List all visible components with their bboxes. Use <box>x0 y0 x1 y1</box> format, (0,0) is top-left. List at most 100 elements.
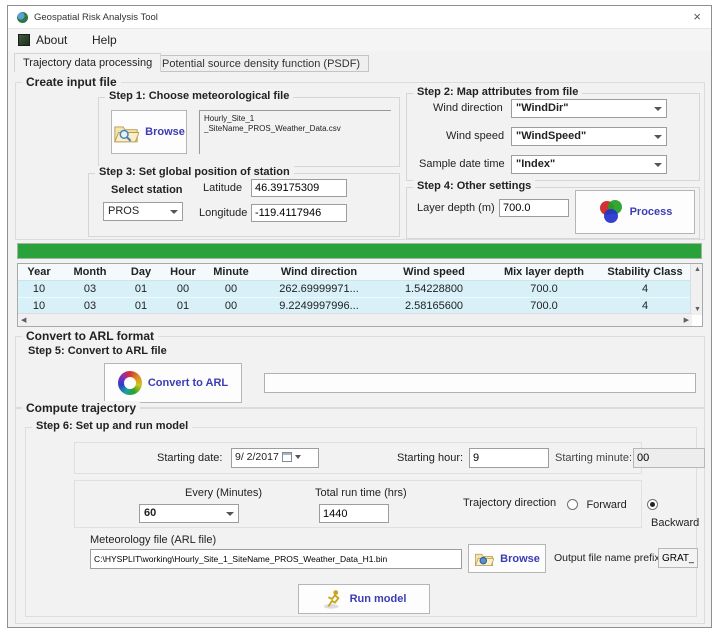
create-input-title: Create input file <box>22 75 121 89</box>
latitude-label: Latitude <box>203 182 242 194</box>
wind-speed-value: "WindSpeed" <box>516 130 586 142</box>
table-cell: 700.0 <box>488 281 600 297</box>
close-icon[interactable]: × <box>693 9 701 24</box>
browse-met-file-label: Browse <box>145 126 185 138</box>
met-file-path-field[interactable] <box>90 549 462 569</box>
layer-depth-field[interactable] <box>499 199 569 217</box>
column-header[interactable]: Minute <box>204 264 258 281</box>
process-label: Process <box>630 206 673 218</box>
chevron-down-icon <box>226 512 234 516</box>
met-table-header: YearMonthDayHourMinuteWind directionWind… <box>18 264 702 281</box>
table-cell: 00 <box>204 281 258 297</box>
starting-minute-field <box>633 448 705 468</box>
run-settings-row: Every (Minutes) 60 Total run time (hrs) … <box>74 480 642 528</box>
step6-group: Step 6: Set up and run model Starting da… <box>25 427 697 617</box>
station-select[interactable]: PROS <box>103 202 183 221</box>
starting-date-label: Starting date: <box>157 452 222 464</box>
table-cell: 9.2249997996... <box>258 298 380 314</box>
met-data-table: YearMonthDayHourMinuteWind directionWind… <box>17 263 703 327</box>
menu-item-help[interactable]: Help <box>92 33 117 47</box>
forward-radio[interactable]: Forward <box>567 495 627 513</box>
color-ring-icon <box>118 371 142 395</box>
column-header[interactable]: Hour <box>162 264 204 281</box>
wind-direction-select[interactable]: "WindDir" <box>511 99 667 118</box>
total-run-time-field[interactable] <box>319 504 389 523</box>
menu-bar: About Help <box>8 29 711 51</box>
selected-file-line1: Hourly_Site_1 <box>204 114 391 124</box>
latitude-field[interactable] <box>251 179 347 197</box>
table-vertical-scrollbar[interactable]: ▲ ▼ <box>690 264 702 315</box>
folder-search-icon <box>113 122 139 143</box>
column-header[interactable]: Mix layer depth <box>488 264 600 281</box>
column-header[interactable]: Wind speed <box>380 264 488 281</box>
longitude-label: Longitude <box>199 207 247 219</box>
step2-title: Step 2: Map attributes from file <box>413 86 582 98</box>
process-progress-bar <box>17 243 702 259</box>
create-input-group: Create input file Step 1: Choose meteoro… <box>15 82 705 240</box>
table-row[interactable]: 1003010000262.69999971...1.54228800700.0… <box>18 281 702 298</box>
convert-to-arl-button[interactable]: Convert to ARL <box>104 363 242 403</box>
table-horizontal-scrollbar[interactable]: ◀ ▶ <box>18 313 692 326</box>
table-cell: 262.69999971... <box>258 281 380 297</box>
convert-progress-bar <box>264 373 696 393</box>
browse-arl-file-button[interactable]: Browse <box>468 544 546 573</box>
browse-met-file-button[interactable]: Browse <box>111 110 187 154</box>
column-header[interactable]: Stability Class <box>600 264 690 281</box>
sample-date-time-value: "Index" <box>516 158 555 170</box>
column-header[interactable]: Day <box>120 264 162 281</box>
process-button[interactable]: Process <box>575 190 695 234</box>
step6-title: Step 6: Set up and run model <box>32 420 192 432</box>
column-header[interactable]: Wind direction <box>258 264 380 281</box>
column-header[interactable]: Month <box>60 264 120 281</box>
station-value: PROS <box>108 205 139 217</box>
backward-label: Backward <box>651 517 699 529</box>
table-cell: 1.54228800 <box>380 281 488 297</box>
convert-arl-title: Convert to ARL format <box>22 329 158 343</box>
tab-psdf[interactable]: Potential source density function (PSDF) <box>153 55 369 72</box>
trajectory-direction-label: Trajectory direction <box>463 497 556 509</box>
selected-file-line2: _SiteName_PROS_Weather_Data.csv <box>204 124 391 134</box>
tab-trajectory-data-processing[interactable]: Trajectory data processing <box>14 53 161 72</box>
backward-radio[interactable]: Backward <box>647 495 699 531</box>
runner-icon <box>322 588 344 610</box>
scroll-up-icon[interactable]: ▲ <box>694 266 701 273</box>
start-time-row: Starting date: 9/ 2/2017 Starting hour: … <box>74 442 642 474</box>
menu-item-about[interactable]: About <box>36 33 67 47</box>
starting-hour-field[interactable] <box>469 448 549 468</box>
step2-group: Step 2: Map attributes from file Wind di… <box>406 93 700 181</box>
starting-date-picker[interactable]: 9/ 2/2017 <box>231 448 319 468</box>
wind-speed-select[interactable]: "WindSpeed" <box>511 127 667 146</box>
tab-strip: Trajectory data processing Potential sou… <box>8 51 711 72</box>
select-station-label: Select station <box>111 184 183 196</box>
run-model-label: Run model <box>350 593 407 605</box>
every-minutes-select[interactable]: 60 <box>139 504 239 523</box>
every-minutes-value: 60 <box>144 507 156 519</box>
scroll-right-icon[interactable]: ▶ <box>684 317 689 324</box>
about-menu-icon <box>18 34 30 46</box>
title-bar: Geospatial Risk Analysis Tool × <box>8 6 711 29</box>
table-cell: 700.0 <box>488 298 600 314</box>
chevron-down-icon <box>170 210 178 214</box>
table-cell: 4 <box>600 298 690 314</box>
wind-direction-value: "WindDir" <box>516 102 569 114</box>
longitude-field[interactable] <box>251 204 347 222</box>
scroll-left-icon[interactable]: ◀ <box>21 317 26 324</box>
table-cell: 00 <box>162 281 204 297</box>
layer-depth-label: Layer depth (m) <box>417 202 495 214</box>
column-header[interactable]: Year <box>18 264 60 281</box>
sample-date-time-select[interactable]: "Index" <box>511 155 667 174</box>
run-model-button[interactable]: Run model <box>298 584 430 614</box>
app-window: Geospatial Risk Analysis Tool × About He… <box>7 5 712 628</box>
table-cell: 01 <box>120 281 162 297</box>
table-cell: 2.58165600 <box>380 298 488 314</box>
starting-minute-label: Starting minute: <box>555 452 632 464</box>
app-icon <box>17 12 28 23</box>
scroll-down-icon[interactable]: ▼ <box>694 306 701 313</box>
folder-search-icon <box>474 550 494 567</box>
output-prefix-field[interactable] <box>658 548 698 568</box>
rgb-spheres-icon <box>598 199 624 225</box>
table-cell: 03 <box>60 298 120 314</box>
forward-label: Forward <box>586 499 626 511</box>
table-cell: 10 <box>18 281 60 297</box>
browse-arl-file-label: Browse <box>500 553 540 565</box>
